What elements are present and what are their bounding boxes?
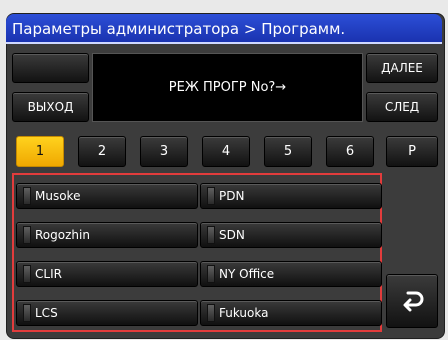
back-button[interactable] [386, 274, 438, 328]
list-item-label: PDN [219, 189, 245, 203]
list-item-musoke[interactable]: Musoke [16, 183, 198, 209]
display-text: РЕЖ ПРОГР No?→ [168, 80, 287, 95]
follow-button[interactable]: СЛЕД [366, 92, 438, 122]
tab-4[interactable]: 4 [202, 136, 250, 167]
status-led-icon [207, 304, 215, 322]
status-led-icon [207, 226, 215, 244]
list-item-ny-office[interactable]: NY Office [200, 261, 382, 287]
status-led-icon [207, 265, 215, 283]
exit-button[interactable]: ВЫХОД [12, 92, 89, 122]
list-item-label: LCS [35, 306, 58, 320]
tab-p[interactable]: P [386, 136, 438, 167]
list-item-label: NY Office [219, 267, 275, 281]
tab-5[interactable]: 5 [264, 136, 312, 167]
list-item-label: Musoke [35, 189, 81, 203]
list-item-label: Rogozhin [35, 228, 90, 242]
list-item-label: SDN [219, 228, 245, 242]
list-item-pdn[interactable]: PDN [200, 183, 382, 209]
admin-panel: Параметры администратора > Программ. РЕЖ… [0, 0, 448, 340]
list-item-sdn[interactable]: SDN [200, 222, 382, 248]
tab-6[interactable]: 6 [326, 136, 374, 167]
list-item-lcs[interactable]: LCS [16, 300, 198, 326]
tab-2[interactable]: 2 [78, 136, 126, 167]
list-item-rogozhin[interactable]: Rogozhin [16, 222, 198, 248]
list-item-fukuoka[interactable]: Fukuoka [200, 300, 382, 326]
list-item-label: CLIR [35, 267, 62, 281]
program-display: РЕЖ ПРОГР No?→ [92, 53, 363, 122]
tab-1[interactable]: 1 [16, 136, 64, 167]
list-item-clir[interactable]: CLIR [16, 261, 198, 287]
entry-list: Musoke PDN Rogozhin SDN CLIR NY Office L… [12, 173, 382, 332]
page-title: Параметры администратора > Программ. [6, 14, 442, 44]
return-arrow-icon [403, 291, 424, 312]
list-item-label: Fukuoka [219, 306, 269, 320]
status-led-icon [23, 187, 31, 205]
status-led-icon [23, 304, 31, 322]
next-button[interactable]: ДАЛЕЕ [366, 53, 438, 83]
status-led-icon [23, 265, 31, 283]
status-led-icon [207, 187, 215, 205]
tab-3[interactable]: 3 [140, 136, 188, 167]
blank-button[interactable] [12, 53, 89, 83]
status-led-icon [23, 226, 31, 244]
